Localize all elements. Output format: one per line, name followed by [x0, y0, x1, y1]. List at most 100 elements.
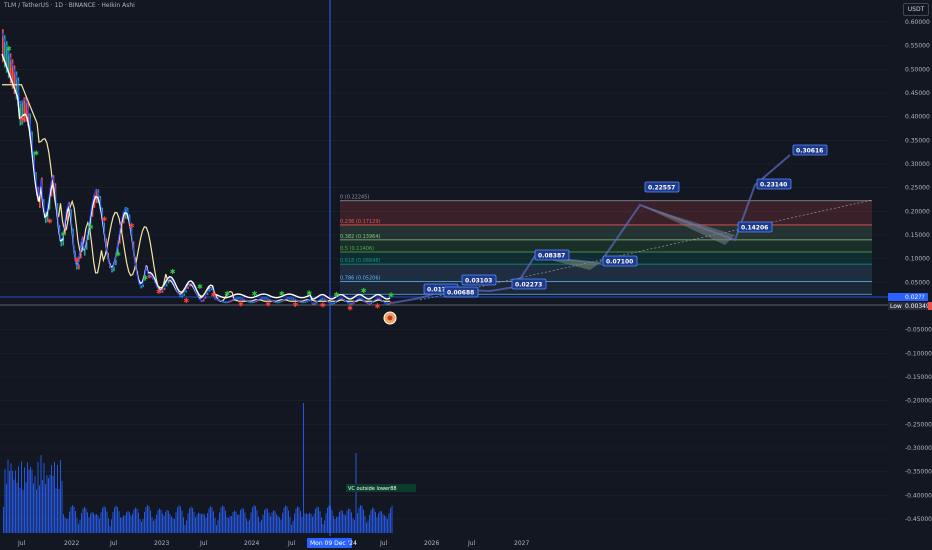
- volume-bar: [255, 506, 256, 533]
- volume-bar: [381, 511, 382, 533]
- target-callout-label: 0.07100: [606, 259, 633, 266]
- volume-bar: [45, 484, 46, 533]
- y-tick-label: 0.15000: [905, 232, 930, 239]
- volume-bar: [150, 510, 151, 533]
- signal-marker: ✱: [374, 302, 380, 310]
- signal-marker: ✱: [211, 291, 217, 299]
- volume-bar: [25, 482, 27, 533]
- volume-bar: [265, 508, 267, 533]
- volume-bar: [184, 524, 186, 533]
- target-callout-label: 0.00688: [447, 290, 474, 297]
- volume-bar: [58, 488, 60, 533]
- volume-bar: [165, 511, 166, 533]
- volume-bar: [249, 519, 250, 533]
- volume-bar: [258, 516, 259, 533]
- volume-bar: [126, 512, 127, 533]
- volume-bar: [367, 520, 369, 533]
- volume-bar: [283, 507, 285, 533]
- volume-bar: [264, 510, 265, 533]
- fib-zone: [340, 264, 872, 282]
- fib-level-label: 0.786 (0.05206): [340, 275, 381, 281]
- volume-bar: [192, 507, 193, 533]
- volume-bar: [319, 511, 321, 533]
- volume-bar: [130, 515, 132, 533]
- volume-bar: [61, 480, 63, 533]
- volume-bar: [42, 480, 43, 533]
- volume-bar: [49, 474, 51, 533]
- volume-bar: [342, 510, 343, 533]
- volume-bar: [85, 508, 87, 533]
- volume-bar: [19, 488, 21, 533]
- volume-bar: [55, 488, 57, 533]
- signal-marker: ✱: [170, 268, 176, 276]
- volume-bar: [73, 506, 75, 533]
- volume-bar: [117, 506, 118, 533]
- volume-bar: [162, 513, 163, 533]
- volume-bar: [33, 483, 34, 533]
- fib-zone: [340, 200, 872, 225]
- target-callout-label: 0.14206: [741, 225, 768, 232]
- volume-bar: [144, 511, 145, 533]
- volume-bar: [271, 512, 273, 533]
- volume-bar: [118, 511, 120, 533]
- low-price-label: 0.00349: [905, 303, 930, 310]
- fib-level-label: 0.236 (0.17129): [340, 219, 381, 225]
- volume-bar: [213, 511, 214, 533]
- volume-bar: [238, 514, 240, 533]
- fib-zone: [340, 239, 872, 253]
- price-chart[interactable]: 0.60000 0.55000 0.50000 0.45000 0.40000 0.350…: [0, 0, 932, 550]
- signal-marker: ✱: [156, 288, 162, 296]
- signal-marker: ✱: [6, 45, 12, 53]
- x-tick-label: 2027: [514, 540, 529, 547]
- volume-bar: [322, 524, 324, 533]
- volume-bar: [304, 513, 306, 533]
- volume-bar: [64, 517, 66, 533]
- volume-bar: [46, 475, 48, 533]
- y-tick-label: -0.20000: [905, 398, 932, 405]
- volume-bar: [295, 508, 297, 533]
- target-callout-label: 0.30616: [796, 148, 823, 155]
- volume-bar: [292, 520, 294, 533]
- volume-bar: [204, 514, 205, 533]
- x-tick-label: Jul: [287, 540, 296, 547]
- volume-bar: [301, 516, 303, 533]
- volume-bar: [40, 455, 42, 533]
- signal-marker: ✱: [306, 289, 312, 297]
- volume-bar: [52, 475, 54, 533]
- signal-marker: ✱: [142, 274, 148, 282]
- volume-bar: [202, 513, 204, 533]
- volume-bar: [30, 466, 31, 533]
- volume-bar: [268, 512, 270, 533]
- volume-bar: [358, 507, 360, 533]
- volume-bar: [121, 517, 123, 533]
- fib-level-label: 0.618 (0.08848): [340, 258, 381, 264]
- signal-marker: ✱: [129, 222, 135, 230]
- x-tick-label: Jul: [199, 540, 208, 547]
- volume-bar: [315, 508, 316, 533]
- signal-marker: ✱: [61, 230, 67, 238]
- volume-bar: [186, 520, 187, 533]
- signal-marker: ✱: [347, 305, 353, 313]
- volume-bar: [151, 517, 153, 533]
- volume-bar: [222, 505, 223, 533]
- signal-marker: ✱: [20, 115, 26, 123]
- volume-bar: [288, 510, 289, 533]
- volume-bar: [148, 506, 150, 533]
- volume-bar: [157, 510, 159, 533]
- y-tick-label: 0.35000: [905, 137, 930, 144]
- signal-marker: ✱: [115, 250, 121, 258]
- volume-bar: [244, 512, 246, 533]
- volume-bar: [69, 511, 70, 533]
- volume-bar: [21, 461, 22, 533]
- volume-bar: [190, 506, 192, 533]
- volume-bar: [24, 467, 25, 533]
- volume-bar: [156, 514, 157, 533]
- volume-bar: [387, 519, 388, 533]
- volume-bar: [208, 508, 210, 533]
- y-tick-label: 0.20000: [905, 208, 930, 215]
- x-tick-label: 2023: [154, 540, 169, 547]
- volume-bar: [298, 507, 300, 533]
- volume-bar: [300, 511, 301, 533]
- volume-bar: [60, 459, 61, 533]
- volume-bar: [169, 514, 171, 533]
